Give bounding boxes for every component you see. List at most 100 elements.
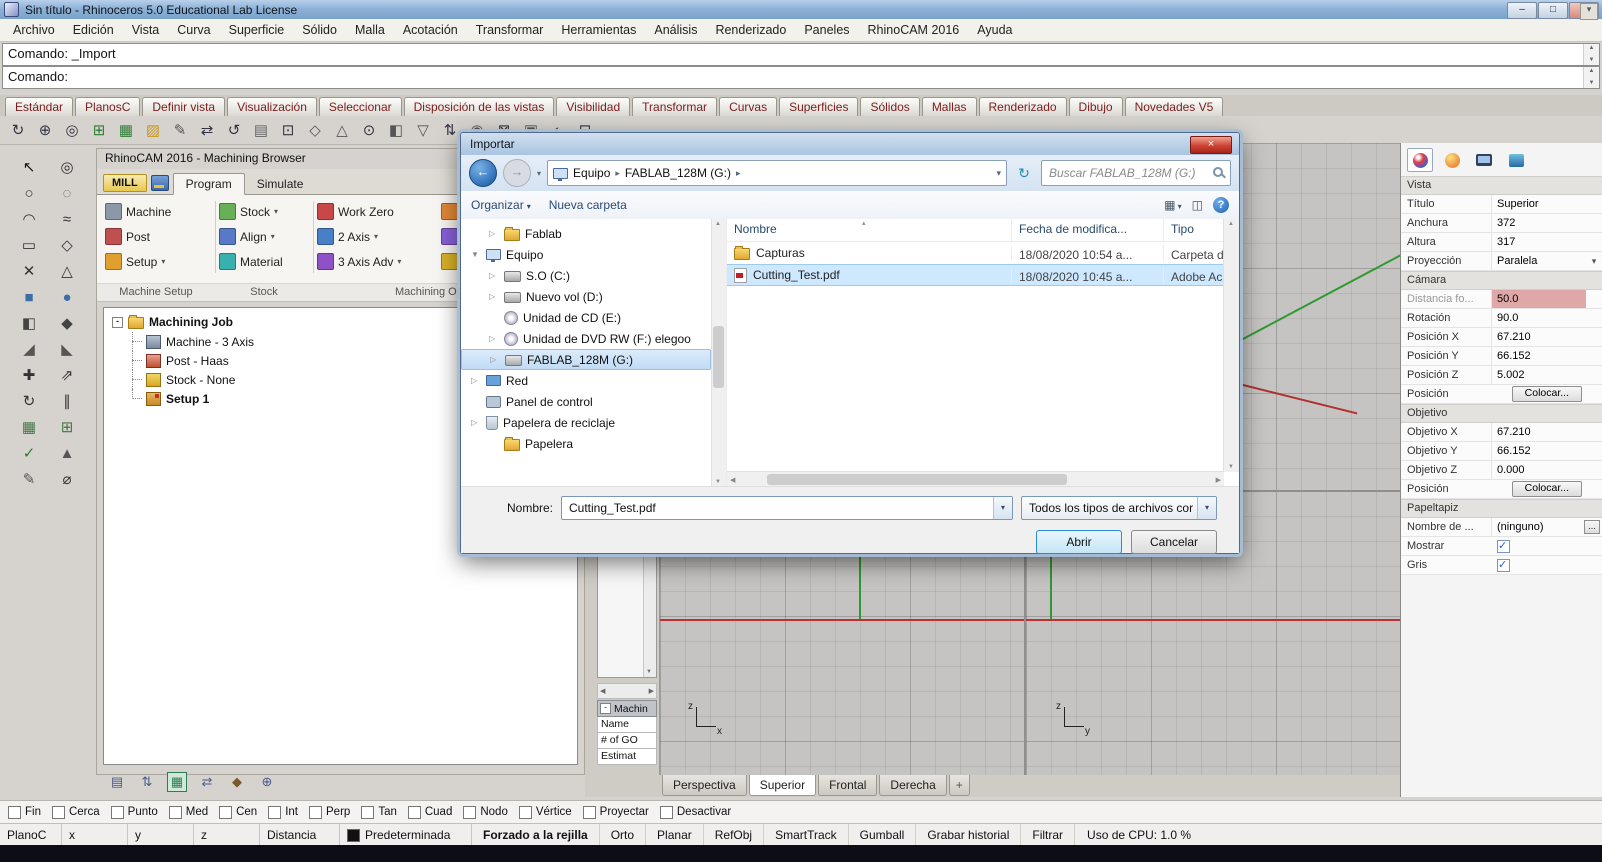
view-mode-icon[interactable] (1164, 198, 1181, 212)
dialog-tree-item[interactable]: ▷ Red (461, 370, 711, 391)
property-row[interactable]: Distancia fo... 50.0 (1401, 290, 1602, 309)
tool-icon[interactable]: ≈ (52, 208, 82, 232)
browser-tool-icon[interactable]: ▦ (167, 772, 187, 792)
menu-item[interactable]: Paneles (795, 21, 858, 39)
command-scrollbar[interactable] (1583, 67, 1599, 88)
properties-tab-icon[interactable] (1407, 148, 1433, 172)
toolbar-icon[interactable]: ▨ (141, 119, 165, 143)
status-cell[interactable]: x (62, 824, 128, 846)
tool-icon[interactable]: ▲ (52, 442, 82, 466)
toolbar-icon[interactable]: ◎ (60, 119, 84, 143)
tree-scrollbar[interactable] (711, 219, 726, 487)
scroll-down-icon[interactable] (1584, 56, 1599, 65)
browser-tool-icon[interactable]: ⊕ (257, 772, 277, 792)
toolbar-tab[interactable]: Sólidos (860, 97, 920, 116)
help-icon[interactable] (1213, 197, 1229, 213)
command-scrollbar[interactable] (1583, 44, 1599, 65)
toolbar-icon[interactable]: ◧ (384, 119, 408, 143)
property-row[interactable]: Posición Colocar... (1401, 385, 1602, 404)
menu-item[interactable]: RhinoCAM 2016 (859, 21, 969, 39)
tabbar-overflow-icon[interactable] (1580, 3, 1598, 20)
menu-item[interactable]: Vista (123, 21, 169, 39)
property-row[interactable]: Objetivo Z 0.000 (1401, 461, 1602, 480)
toolbar-icon[interactable]: ✎ (168, 119, 192, 143)
tool-icon[interactable]: ◌ (52, 182, 82, 206)
minimize-icon[interactable] (1507, 2, 1537, 19)
scroll-up-icon[interactable] (1584, 67, 1599, 76)
menu-item[interactable]: Superficie (220, 21, 294, 39)
osnap-item[interactable]: Cen (219, 805, 257, 819)
titlebar[interactable]: Sin título - Rhinoceros 5.0 Educational … (0, 0, 1602, 20)
tool-icon[interactable]: △ (52, 260, 82, 284)
preview-pane-icon[interactable] (1192, 198, 1203, 212)
osnap-item[interactable]: Med (168, 805, 208, 819)
checkbox[interactable] (219, 805, 233, 819)
status-toggle[interactable]: Grabar historial (916, 824, 1022, 846)
layer-indicator[interactable]: Predeterminada (340, 824, 472, 846)
tool-icon[interactable]: ▭ (14, 234, 44, 258)
toolbar-tab[interactable]: Estándar (5, 97, 74, 116)
checkbox[interactable] (659, 805, 673, 819)
ribbon-button[interactable]: Post (101, 224, 213, 249)
mill-dropdown-button[interactable]: MILL (103, 174, 147, 192)
camera-tab-icon[interactable] (1503, 148, 1529, 172)
property-row[interactable]: Posición Z 5.002 (1401, 366, 1602, 385)
expand-arrow-icon[interactable]: ▷ (471, 376, 481, 385)
scroll-up-icon[interactable] (1584, 44, 1599, 53)
column-header-nombre[interactable]: Nombre (727, 219, 1012, 241)
organize-button[interactable]: Organizar (471, 198, 531, 212)
menu-item[interactable]: Acotación (394, 21, 467, 39)
filetype-combo[interactable]: Todos los tipos de archivos cor (1021, 496, 1217, 520)
dialog-tree-item[interactable]: ▷ S.O (C:) (461, 265, 711, 286)
command-input[interactable]: Comando: (2, 66, 1600, 89)
property-row[interactable]: Rotación 90.0 (1401, 309, 1602, 328)
breadcrumb-current[interactable]: FABLAB_128M (G:) (625, 166, 731, 180)
ribbon-button[interactable]: Machine (101, 199, 213, 224)
property-row[interactable]: Anchura 372 (1401, 214, 1602, 233)
property-row[interactable]: Altura 317 (1401, 233, 1602, 252)
chevron-down-icon[interactable] (993, 497, 1012, 519)
toolbar-icon[interactable]: ▤ (249, 119, 273, 143)
ribbon-button[interactable]: Align ▾ (215, 224, 311, 249)
status-toggle[interactable]: Gumball (849, 824, 917, 846)
property-row[interactable]: Posición X 67.210 (1401, 328, 1602, 347)
toolbar-icon[interactable]: ↺ (222, 119, 246, 143)
dialog-tree-item[interactable]: Papelera (461, 433, 711, 454)
browser-tool-icon[interactable]: ◆ (227, 772, 247, 792)
table-row[interactable]: Estimat (597, 749, 657, 765)
tool-icon[interactable]: ◠ (14, 208, 44, 232)
property-row[interactable]: Posición Y 66.152 (1401, 347, 1602, 366)
file-row[interactable]: Cutting_Test.pdf 18/08/2020 10:45 a... A… (727, 264, 1239, 286)
history-dropdown-icon[interactable] (537, 169, 541, 178)
property-row[interactable]: Mostrar (1401, 537, 1602, 556)
checkbox[interactable] (407, 805, 421, 819)
property-row[interactable]: Nombre de ... (ninguno) ... (1401, 518, 1602, 537)
checkbox[interactable] (463, 805, 477, 819)
status-cell[interactable]: Distancia (260, 824, 340, 846)
column-header-fecha[interactable]: Fecha de modifica... (1012, 219, 1164, 241)
filetype-value[interactable]: Todos los tipos de archivos cor (1022, 501, 1197, 515)
expand-arrow-icon[interactable]: ▷ (489, 334, 499, 343)
search-box[interactable] (1041, 160, 1231, 186)
expand-arrow-icon[interactable]: ▼ (471, 250, 481, 259)
osnap-item[interactable]: Cuad (407, 805, 452, 819)
status-toggle[interactable]: Filtrar (1021, 824, 1076, 846)
dialog-tree-item[interactable]: Unidad de CD (E:) (461, 307, 711, 328)
toolbar-tab[interactable]: Visibilidad (556, 97, 631, 116)
checkbox[interactable] (309, 805, 323, 819)
filename-combo[interactable]: Cutting_Test.pdf (561, 496, 1013, 520)
list-vertical-scrollbar[interactable] (1223, 219, 1239, 472)
tool-icon[interactable]: ✓ (14, 442, 44, 466)
search-input[interactable] (1047, 165, 1213, 181)
tool-icon[interactable]: ▦ (14, 416, 44, 440)
chevron-down-icon[interactable] (1197, 497, 1216, 519)
osnap-item[interactable]: Punto (110, 805, 158, 819)
viewport-tab[interactable]: Frontal (818, 775, 878, 796)
menu-item[interactable]: Renderizado (706, 21, 795, 39)
property-row[interactable]: Gris (1401, 556, 1602, 575)
tool-icon[interactable]: ⇗ (52, 364, 82, 388)
address-dropdown-icon[interactable] (996, 168, 1001, 179)
display-tab-icon[interactable] (1471, 148, 1497, 172)
menu-item[interactable]: Transformar (467, 21, 553, 39)
tool-icon[interactable]: ● (52, 286, 82, 310)
